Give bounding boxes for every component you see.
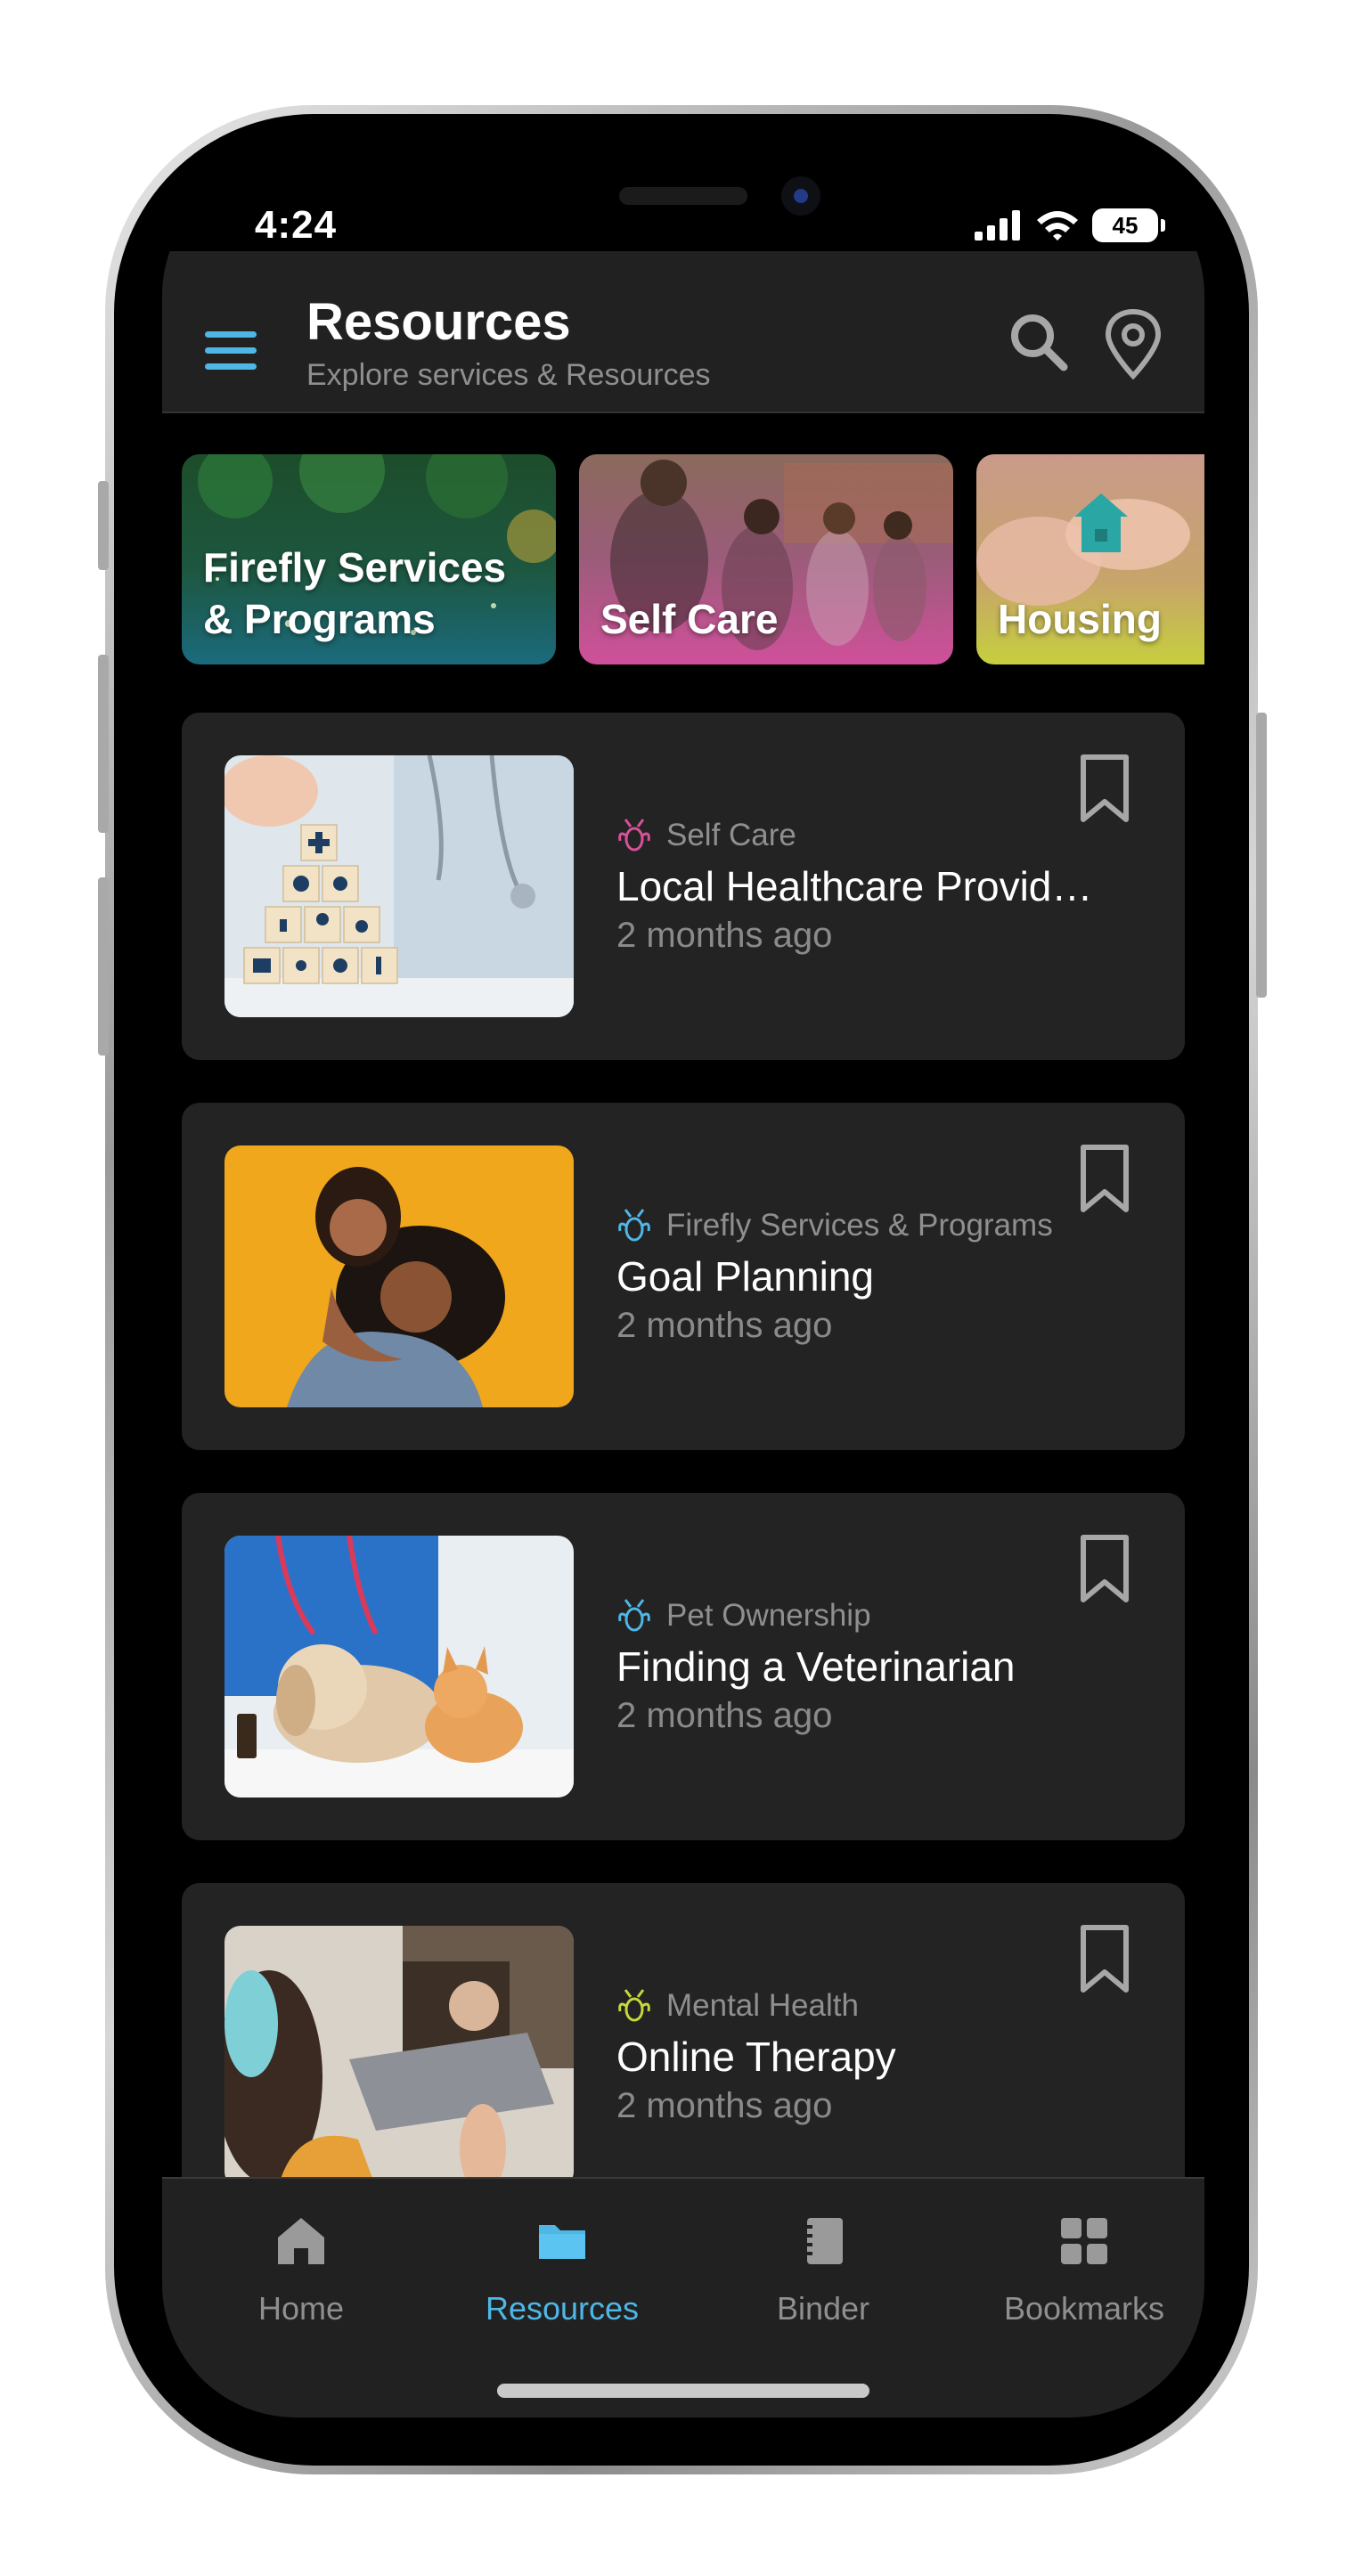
wifi-icon bbox=[1037, 211, 1078, 240]
status-icons: 45 bbox=[975, 208, 1165, 242]
nav-item-home[interactable]: Home bbox=[199, 2214, 404, 2339]
resource-title: Finding a Veterinarian bbox=[616, 1643, 1016, 1690]
resource-timestamp: 2 months ago bbox=[616, 1306, 833, 1345]
notch bbox=[399, 162, 967, 244]
resource-category-label: Self Care bbox=[666, 818, 796, 852]
mother-daughter-image bbox=[224, 1145, 574, 1407]
status-time: 4:24 bbox=[255, 203, 338, 247]
resource-category-label: Mental Health bbox=[666, 1988, 859, 2023]
search-icon[interactable] bbox=[1005, 308, 1073, 376]
bookmark-icon[interactable] bbox=[1076, 1144, 1133, 1215]
power-button bbox=[1256, 713, 1267, 998]
resource-card[interactable]: Pet Ownership Finding a Veterinarian 2 m… bbox=[182, 1493, 1185, 1840]
volume-down-button bbox=[98, 877, 109, 1056]
location-pin-icon[interactable] bbox=[1099, 308, 1167, 379]
resource-category: Mental Health bbox=[616, 1988, 859, 2024]
camera bbox=[781, 176, 820, 216]
category-tile-firefly[interactable]: Firefly Services & Programs bbox=[182, 454, 556, 664]
resource-category: Self Care bbox=[616, 818, 796, 853]
category-carousel: Firefly Services & Programs Self Care Ho… bbox=[182, 454, 1204, 664]
volume-up-button bbox=[98, 655, 109, 833]
resource-category-label: Pet Ownership bbox=[666, 1598, 871, 1633]
category-label: Self Care bbox=[600, 596, 779, 642]
firefly-icon bbox=[618, 1209, 650, 1242]
firefly-icon bbox=[618, 819, 650, 852]
firefly-icon bbox=[618, 1599, 650, 1632]
bottom-nav: Home Resources Binder Bookmarks bbox=[162, 2177, 1204, 2417]
resource-title: Goal Planning bbox=[616, 1253, 874, 1300]
folder-icon bbox=[539, 2225, 585, 2259]
binder-icon bbox=[804, 2218, 843, 2264]
resource-card[interactable]: Firefly Services & Programs Goal Plannin… bbox=[182, 1103, 1185, 1450]
category-tile-housing[interactable]: Housing bbox=[976, 454, 1204, 664]
resource-title: Online Therapy bbox=[616, 2034, 896, 2080]
video-call-image bbox=[224, 1926, 574, 2188]
menu-icon[interactable] bbox=[203, 322, 260, 379]
nav-item-resources[interactable]: Resources bbox=[460, 2214, 665, 2339]
home-icon bbox=[278, 2218, 324, 2264]
nav-label: Binder bbox=[776, 2290, 870, 2327]
page-title: Resources bbox=[306, 293, 571, 351]
resource-timestamp: 2 months ago bbox=[616, 2086, 833, 2125]
bookmark-icon[interactable] bbox=[1076, 1534, 1133, 1605]
category-label: Housing bbox=[998, 596, 1162, 642]
bookmark-icon[interactable] bbox=[1076, 1924, 1133, 1995]
nav-item-bookmarks[interactable]: Bookmarks bbox=[982, 2214, 1187, 2339]
resource-category: Pet Ownership bbox=[616, 1598, 871, 1634]
page-subtitle: Explore services & Resources bbox=[306, 358, 711, 392]
speaker bbox=[619, 187, 747, 205]
healthcare-blocks-image bbox=[224, 755, 574, 1017]
category-label: Firefly Services & Programs bbox=[203, 544, 507, 642]
status-bar: 4:24 45 bbox=[162, 162, 1204, 251]
resource-card[interactable]: Self Care Local Healthcare Provid… 2 mon… bbox=[182, 713, 1185, 1060]
app-header: Resources Explore services & Resources bbox=[162, 251, 1204, 413]
pets-vet-image bbox=[224, 1536, 574, 1797]
nav-label: Resources bbox=[485, 2290, 640, 2327]
nav-label: Home bbox=[257, 2290, 345, 2327]
firefly-icon bbox=[618, 1989, 650, 2022]
resource-category-label: Firefly Services & Programs bbox=[666, 1208, 1053, 1243]
mute-switch bbox=[98, 481, 109, 570]
resource-category: Firefly Services & Programs bbox=[616, 1208, 1053, 1243]
screen: 4:24 45 Resources Explore services & Res… bbox=[162, 162, 1204, 2417]
cellular-signal-icon bbox=[975, 210, 1020, 240]
nav-item-binder[interactable]: Binder bbox=[721, 2214, 926, 2339]
nav-label: Bookmarks bbox=[1003, 2290, 1165, 2327]
bookmark-icon[interactable] bbox=[1076, 754, 1133, 825]
home-indicator bbox=[497, 2384, 869, 2398]
resource-timestamp: 2 months ago bbox=[616, 916, 833, 955]
resource-title: Local Healthcare Provid… bbox=[616, 863, 1093, 909]
category-tile-self-care[interactable]: Self Care bbox=[579, 454, 953, 664]
battery-icon: 45 bbox=[1092, 208, 1165, 242]
grid-icon bbox=[1061, 2218, 1107, 2264]
resource-timestamp: 2 months ago bbox=[616, 1696, 833, 1735]
